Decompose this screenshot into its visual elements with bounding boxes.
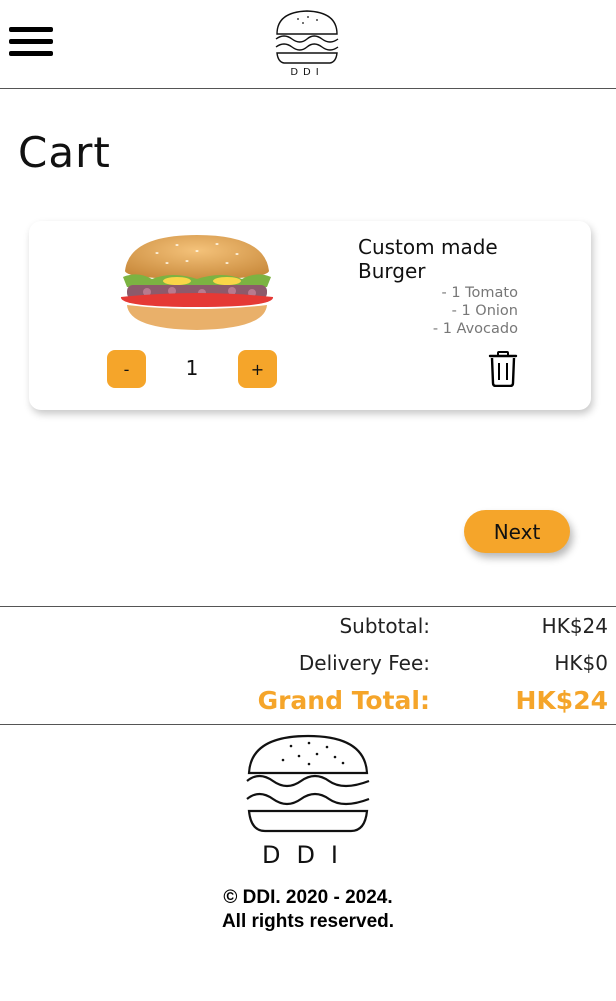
topping-item: - 1 Tomato <box>441 285 518 301</box>
item-name: Custom made Burger <box>358 235 498 283</box>
topping-item: - 1 Onion <box>451 303 518 319</box>
decrement-quantity-button[interactable]: - <box>107 350 146 388</box>
hamburger-menu-icon[interactable] <box>9 27 53 57</box>
topping-item: - 1 Avocado <box>432 321 518 337</box>
logo-text: DDI <box>290 67 323 78</box>
grand-total-label: Grand Total: <box>257 686 430 715</box>
grand-total-value: HK$24 <box>515 686 608 715</box>
burger-image <box>120 235 274 330</box>
cart-item-card: Custom made Burger - 1 Tomato - 1 Onion … <box>29 221 591 410</box>
subtotal-row: Subtotal: HK$24 <box>0 614 616 644</box>
copyright-line: All rights reserved. <box>221 911 395 932</box>
subtotal-value: HK$24 <box>541 614 608 638</box>
footer-logo-text: DDI <box>262 841 354 868</box>
toppings-list: - 1 Tomato - 1 Onion - 1 Avocado <box>358 284 518 338</box>
ddi-logo[interactable]: DDI <box>272 8 342 78</box>
trash-icon[interactable] <box>487 351 519 387</box>
delivery-fee-label: Delivery Fee: <box>298 651 430 675</box>
page-title: Cart <box>18 128 111 178</box>
quantity-value: 1 <box>185 356 199 380</box>
delivery-fee-value: HK$0 <box>554 651 608 675</box>
copyright-line: © DDI. 2020 - 2024. <box>223 887 393 908</box>
top-header: DDI <box>0 0 616 89</box>
subtotal-label: Subtotal: <box>339 614 430 638</box>
grand-total-row: Grand Total: HK$24 <box>0 686 616 716</box>
order-summary: Subtotal: HK$24 Delivery Fee: HK$0 Grand… <box>0 606 616 725</box>
footer-ddi-logo: DDI <box>246 734 370 868</box>
increment-quantity-button[interactable]: + <box>238 350 277 388</box>
copyright-text: © DDI. 2020 - 2024. All rights reserved. <box>0 886 616 934</box>
delivery-fee-row: Delivery Fee: HK$0 <box>0 651 616 681</box>
next-button[interactable]: Next <box>464 510 570 553</box>
